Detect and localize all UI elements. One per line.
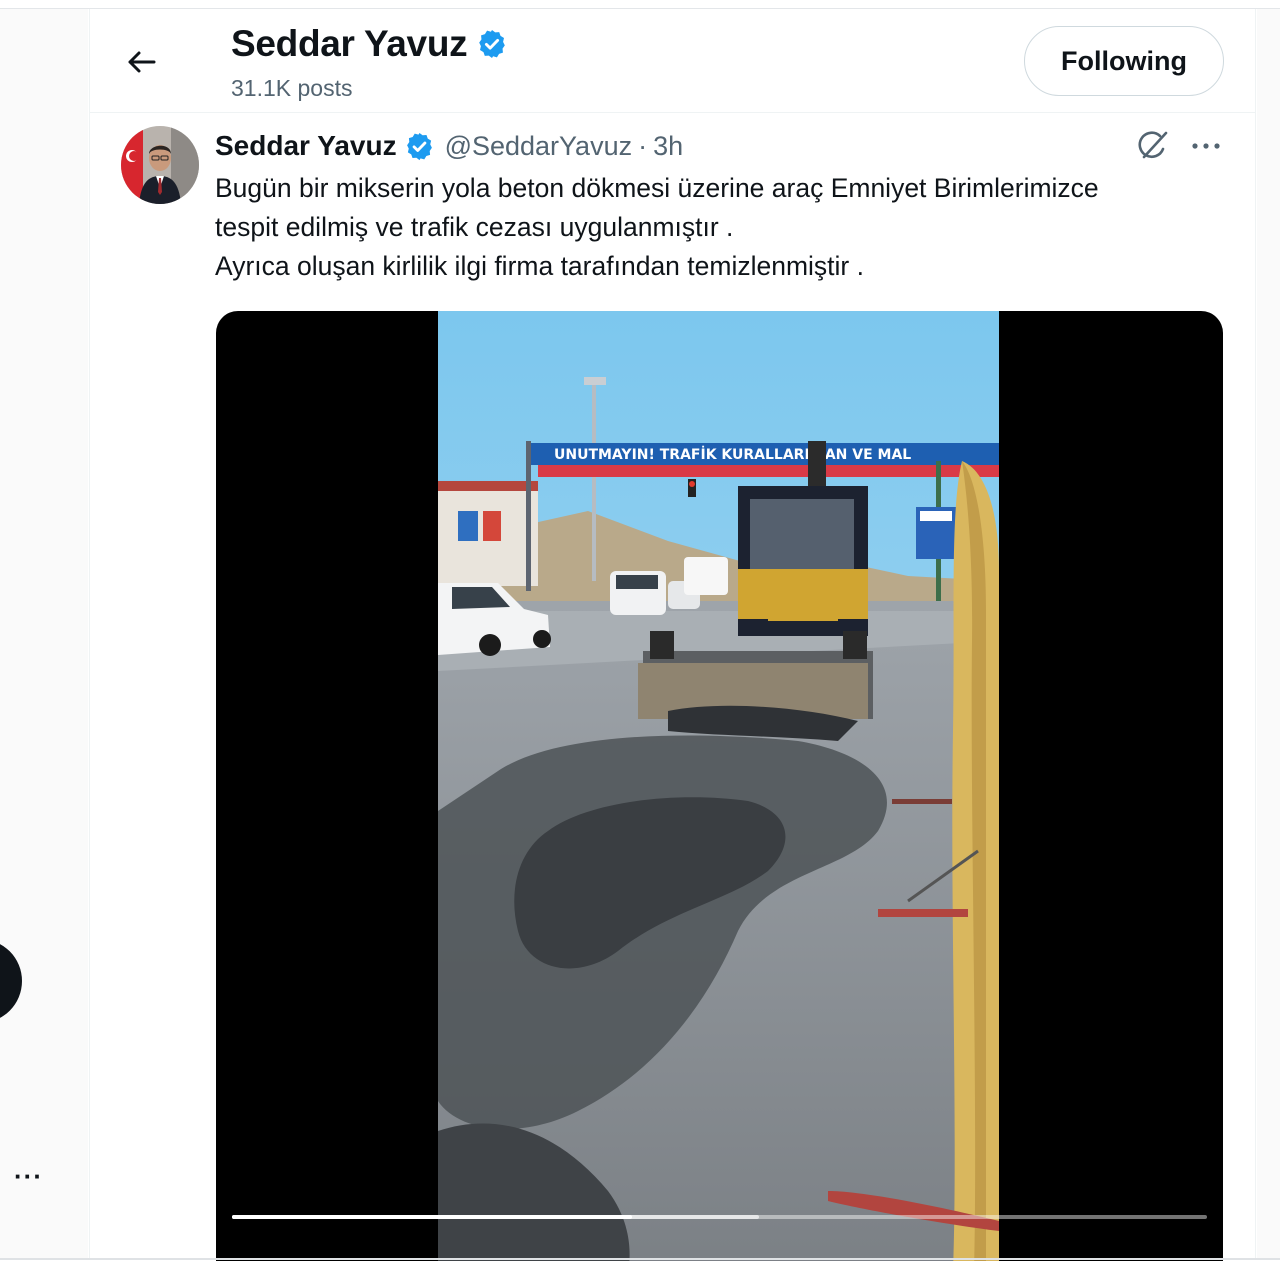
banner-text: UNUTMAYIN! TRAFİK KURALLARI CAN VE MAL xyxy=(554,446,911,463)
author-name[interactable]: Seddar Yavuz xyxy=(215,130,397,162)
author-handle[interactable]: @SeddarYavuz xyxy=(445,131,633,162)
main-column: Seddar Yavuz 31.1K posts Following Sedda… xyxy=(89,9,1256,1261)
tweet-text-line: tespit edilmiş ve trafik cezası uygulanm… xyxy=(215,212,734,242)
right-gutter xyxy=(1257,9,1280,1258)
video-progress-bar[interactable] xyxy=(232,1215,1207,1219)
tweet-text-line: Bugün bir mikserin yola beton dökmesi üz… xyxy=(215,173,1099,203)
tweet-text: Bugün bir mikserin yola beton dökmesi üz… xyxy=(215,169,1225,286)
following-button[interactable]: Following xyxy=(1024,26,1224,96)
video-played xyxy=(232,1215,632,1219)
post-fab-button[interactable] xyxy=(0,939,22,1023)
more-horizontal-icon[interactable] xyxy=(1188,129,1224,163)
grok-icon[interactable] xyxy=(1136,129,1170,163)
profile-header: Seddar Yavuz 31.1K posts Following xyxy=(90,9,1255,113)
tweet-header: Seddar Yavuz @SeddarYavuz · 3h xyxy=(215,129,683,163)
verified-badge-icon xyxy=(404,131,435,162)
video-frame: UNUTMAYIN! TRAFİK KURALLARI CAN VE MAL xyxy=(438,311,999,1261)
timestamp[interactable]: 3h xyxy=(653,131,683,162)
verified-badge-icon xyxy=(476,28,508,60)
post-count: 31.1K posts xyxy=(231,75,353,101)
separator: · xyxy=(638,130,648,161)
page-title: Seddar Yavuz xyxy=(231,23,468,64)
tweet-text-line: Ayrıca oluşan kirlilik ilgi firma tarafı… xyxy=(215,251,864,281)
header-name-row: Seddar Yavuz xyxy=(231,23,508,65)
nav-more-button[interactable]: ··· xyxy=(14,1161,43,1192)
back-arrow-icon xyxy=(128,51,156,73)
left-navigation: ··· xyxy=(0,9,88,1258)
video-player[interactable]: UNUTMAYIN! TRAFİK KURALLARI CAN VE MAL xyxy=(216,311,1223,1261)
back-button[interactable] xyxy=(120,41,162,83)
avatar[interactable] xyxy=(121,126,199,204)
bottom-divider xyxy=(0,1258,1280,1260)
